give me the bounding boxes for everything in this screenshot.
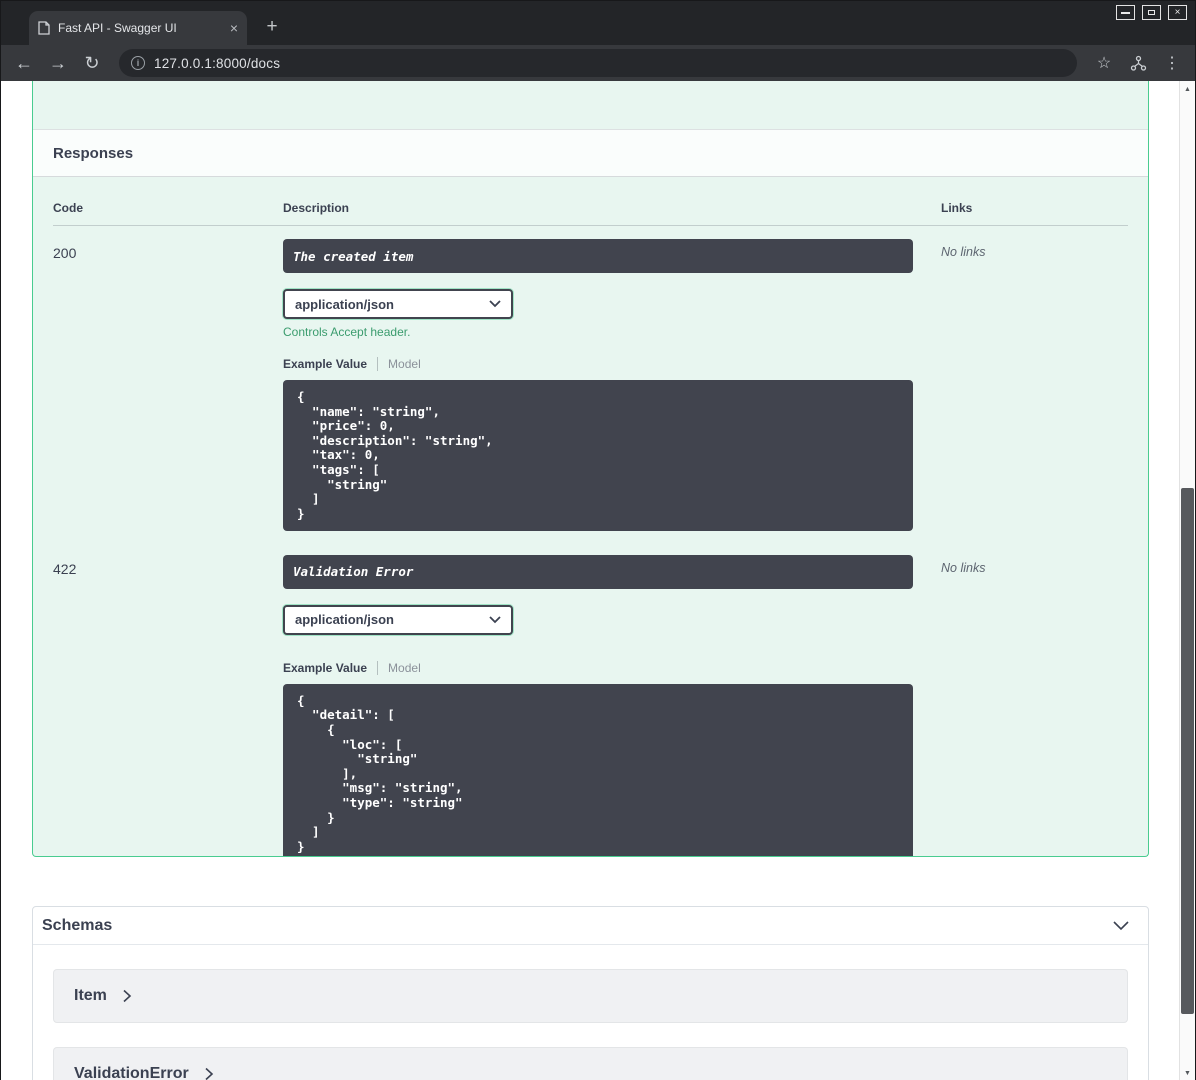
scrollbar-down-arrow-icon[interactable]: ▼ bbox=[1180, 1065, 1195, 1080]
page-scrollbar[interactable]: ▲ ▼ bbox=[1179, 81, 1195, 1080]
response-description: The created item bbox=[283, 239, 913, 273]
chevron-down-icon bbox=[489, 616, 501, 624]
schemas-model-list: Item ValidationError bbox=[33, 945, 1148, 1080]
window-minimize-button[interactable] bbox=[1116, 5, 1135, 20]
minimize-icon bbox=[1121, 11, 1130, 14]
browser-toolbar: ← → ↻ i 127.0.0.1:8000/docs ☆ ⋮ bbox=[1, 45, 1195, 81]
tab-divider bbox=[377, 660, 379, 675]
response-row-422: 422 Validation Error application/json Ex… bbox=[53, 544, 1128, 856]
back-button[interactable]: ← bbox=[11, 50, 37, 76]
window-controls: × bbox=[1116, 5, 1187, 20]
media-type-value: application/json bbox=[295, 612, 394, 628]
response-description-cell: Validation Error application/json Exampl… bbox=[283, 554, 941, 856]
tab-example-value[interactable]: Example Value bbox=[283, 357, 367, 371]
forward-button[interactable]: → bbox=[45, 50, 71, 76]
example-code-block: { "name": "string", "price": 0, "descrip… bbox=[283, 380, 913, 532]
responses-table: Code Description Links 200 The created i… bbox=[33, 177, 1148, 856]
reload-button[interactable]: ↻ bbox=[79, 50, 105, 76]
example-model-tabs: Example Value Model bbox=[283, 357, 913, 371]
model-row-item[interactable]: Item bbox=[53, 969, 1128, 1023]
scrollbar-up-arrow-icon[interactable]: ▲ bbox=[1180, 81, 1195, 97]
browser-window: Fast API - Swagger UI × + × ← → ↻ i 127.… bbox=[0, 0, 1196, 1080]
links-column-header: Links bbox=[941, 201, 973, 215]
chevron-down-icon bbox=[489, 300, 501, 308]
model-name: Item bbox=[74, 987, 107, 1004]
browser-titlebar: Fast API - Swagger UI × + × bbox=[1, 1, 1195, 45]
tab-model[interactable]: Model bbox=[388, 661, 421, 675]
response-code: 422 bbox=[53, 560, 77, 577]
url-text: 127.0.0.1:8000/docs bbox=[154, 55, 281, 71]
responses-table-header: Code Description Links bbox=[53, 187, 1128, 226]
schemas-title: Schemas bbox=[42, 916, 113, 934]
responses-section: Responses Code Description Links 200 The… bbox=[32, 81, 1149, 857]
code-column-header: Code bbox=[53, 201, 83, 215]
window-maximize-button[interactable] bbox=[1142, 5, 1161, 20]
response-description-cell: The created item application/json Contro… bbox=[283, 239, 941, 544]
tab-example-value[interactable]: Example Value bbox=[283, 661, 367, 675]
window-close-button[interactable]: × bbox=[1168, 5, 1187, 20]
page-favicon-icon bbox=[38, 21, 50, 35]
bookmark-star-icon[interactable]: ☆ bbox=[1091, 50, 1117, 76]
responses-title: Responses bbox=[53, 144, 134, 162]
new-tab-button[interactable]: + bbox=[259, 14, 285, 40]
media-type-select[interactable]: application/json bbox=[283, 289, 513, 319]
example-code-block: { "detail": [ { "loc": [ "string" ], "ms… bbox=[283, 683, 913, 856]
maximize-icon bbox=[1148, 10, 1155, 15]
schemas-header[interactable]: Schemas bbox=[33, 907, 1148, 945]
chevron-right-icon bbox=[123, 989, 132, 1003]
model-name: ValidationError bbox=[74, 1065, 189, 1080]
address-bar[interactable]: i 127.0.0.1:8000/docs bbox=[119, 49, 1077, 77]
chevron-down-icon bbox=[1113, 920, 1129, 930]
description-column-header: Description bbox=[283, 201, 350, 215]
model-row-validationerror[interactable]: ValidationError bbox=[53, 1047, 1128, 1080]
response-row-200: 200 The created item application/json Co… bbox=[53, 226, 1128, 544]
schemas-section: Schemas Item ValidationError bbox=[32, 906, 1149, 1080]
media-router-icon[interactable] bbox=[1125, 50, 1151, 76]
site-info-icon[interactable]: i bbox=[131, 56, 145, 70]
response-description: Validation Error bbox=[283, 554, 913, 589]
chevron-right-icon bbox=[205, 1067, 213, 1080]
accept-header-hint: Controls Accept header. bbox=[283, 325, 411, 339]
response-code: 200 bbox=[53, 245, 77, 261]
response-links: No links bbox=[941, 245, 986, 259]
browser-tab[interactable]: Fast API - Swagger UI × bbox=[29, 11, 247, 45]
media-type-select[interactable]: application/json bbox=[283, 604, 513, 635]
tab-title: Fast API - Swagger UI bbox=[58, 21, 177, 35]
tab-model[interactable]: Model bbox=[388, 357, 421, 371]
page-content: Responses Code Description Links 200 The… bbox=[1, 81, 1195, 1080]
response-links: No links bbox=[941, 560, 986, 575]
tab-close-icon[interactable]: × bbox=[230, 20, 238, 36]
scrollbar-thumb[interactable] bbox=[1181, 488, 1194, 1014]
media-type-value: application/json bbox=[295, 296, 394, 312]
browser-menu-icon[interactable]: ⋮ bbox=[1159, 50, 1185, 76]
tab-divider bbox=[377, 357, 379, 371]
example-model-tabs: Example Value Model bbox=[283, 660, 913, 675]
responses-header: Responses bbox=[33, 129, 1148, 177]
